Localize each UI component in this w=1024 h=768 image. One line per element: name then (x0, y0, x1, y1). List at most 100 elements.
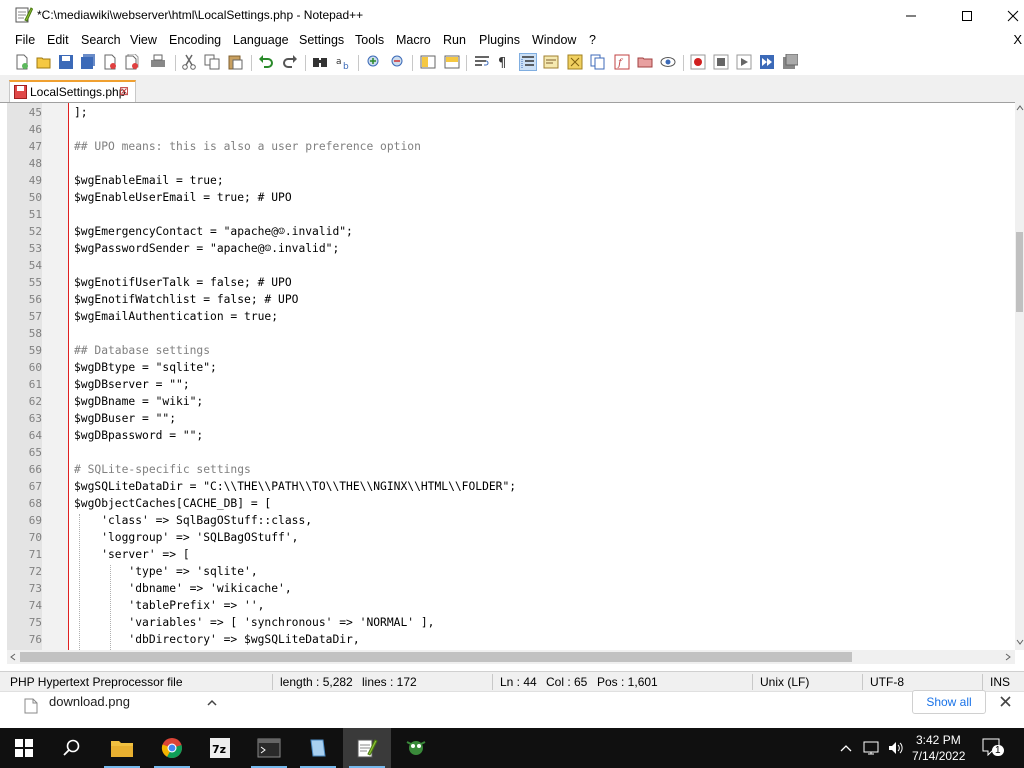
close-shelf-icon[interactable] (999, 695, 1012, 708)
code-line[interactable]: $wgPasswordSender = "apache@☺.invalid"; (74, 242, 339, 255)
code-line[interactable]: $wgDBpassword = ""; (74, 429, 203, 442)
run-macro-multiple-icon[interactable] (759, 54, 775, 70)
replace-icon[interactable]: ab (336, 54, 352, 70)
open-file-icon[interactable] (36, 54, 52, 70)
code-line[interactable]: ## Database settings (74, 344, 210, 357)
chevron-up-icon[interactable] (206, 697, 218, 709)
close-all-icon[interactable] (124, 54, 140, 70)
cut-icon[interactable] (181, 54, 197, 70)
close-file-icon[interactable] (102, 54, 118, 70)
code-line[interactable]: $wgEmailAuthentication = true; (74, 310, 278, 323)
taskbar-chrome[interactable] (148, 728, 196, 768)
minimize-button[interactable] (888, 0, 934, 31)
monitoring-icon[interactable] (660, 54, 676, 70)
redo-icon[interactable] (282, 54, 298, 70)
stop-macro-icon[interactable] (713, 54, 729, 70)
horizontal-scroll-thumb[interactable] (20, 652, 852, 662)
user-language-icon[interactable] (543, 54, 559, 70)
vertical-scrollbar[interactable] (1015, 102, 1024, 650)
search-button[interactable] (48, 728, 96, 768)
menu-help[interactable]: ? (589, 33, 596, 47)
network-icon[interactable] (863, 740, 881, 756)
code-line[interactable]: $wgDBname = "wiki"; (74, 395, 203, 408)
status-encoding[interactable]: UTF-8 (870, 675, 904, 689)
find-icon[interactable] (312, 54, 328, 70)
editor[interactable]: 45]; 46 47 ## UPO means: this is also a use… (0, 102, 1024, 651)
save-macro-icon[interactable] (782, 54, 798, 70)
word-wrap-icon[interactable] (474, 54, 490, 70)
scroll-left-icon[interactable] (9, 653, 17, 661)
code-line[interactable]: 'class' => SqlBagOStuff::class, (74, 514, 312, 527)
code-line[interactable]: $wgEnableEmail = true; (74, 174, 224, 187)
indent-guide-icon[interactable] (519, 53, 537, 71)
code-line[interactable]: 'variables' => [ 'synchronous' => 'NORMA… (74, 616, 434, 629)
code-line[interactable]: $wgEnotifUserTalk = false; # UPO (74, 276, 292, 289)
code-line[interactable]: 'server' => [ (74, 548, 189, 561)
sync-horizontal-icon[interactable] (444, 54, 460, 70)
show-all-button[interactable]: Show all (912, 690, 986, 714)
print-icon[interactable] (150, 54, 166, 70)
maximize-button[interactable] (944, 0, 990, 31)
function-list-icon[interactable]: f (614, 54, 630, 70)
code-line[interactable]: $wgDBserver = ""; (74, 378, 190, 391)
menu-plugins[interactable]: Plugins (479, 33, 520, 47)
code-line[interactable]: 'dbDirectory' => $wgSQLiteDataDir, (74, 633, 359, 646)
close-document-x[interactable]: X (1013, 32, 1022, 47)
clock-time[interactable]: 3:42 PM (916, 733, 961, 747)
code-line[interactable]: ## UPO means: this is also a user prefer… (74, 140, 421, 153)
undo-icon[interactable] (258, 54, 274, 70)
scroll-up-icon[interactable] (1016, 104, 1024, 112)
menu-window[interactable]: Window (532, 33, 576, 47)
code-line[interactable]: $wgSQLiteDataDir = "C:\\THE\\PATH\\TO\\T… (74, 480, 516, 493)
folder-workspace-icon[interactable] (637, 54, 653, 70)
status-eol[interactable]: Unix (LF) (760, 675, 809, 689)
menu-tools[interactable]: Tools (355, 33, 384, 47)
menu-edit[interactable]: Edit (47, 33, 69, 47)
code-line[interactable]: $wgEnableUserEmail = true; # UPO (74, 191, 292, 204)
show-all-chars-icon[interactable]: ¶ (496, 54, 512, 70)
code-line[interactable]: $wgDBtype = "sqlite"; (74, 361, 217, 374)
taskbar-notepad[interactable] (294, 728, 342, 768)
taskbar-7zip[interactable]: 7z (196, 728, 244, 768)
scroll-down-icon[interactable] (1016, 638, 1024, 646)
new-file-icon[interactable] (14, 54, 30, 70)
menu-language[interactable]: Language (233, 33, 289, 47)
code-line[interactable]: $wgEnotifWatchlist = false; # UPO (74, 293, 298, 306)
code-line[interactable]: 'tablePrefix' => '', (74, 599, 264, 612)
record-macro-icon[interactable] (690, 54, 706, 70)
zoom-out-icon[interactable] (390, 54, 406, 70)
vertical-scroll-thumb[interactable] (1016, 232, 1023, 312)
menu-view[interactable]: View (130, 33, 157, 47)
code-line[interactable]: ]; (74, 106, 88, 119)
menu-encoding[interactable]: Encoding (169, 33, 221, 47)
play-macro-icon[interactable] (736, 54, 752, 70)
close-button[interactable] (990, 0, 1024, 31)
taskbar-file-explorer[interactable] (98, 728, 146, 768)
status-insert-mode[interactable]: INS (990, 675, 1010, 689)
menu-run[interactable]: Run (443, 33, 466, 47)
code-line[interactable]: $wgEmergencyContact = "apache@☺.invalid"… (74, 225, 353, 238)
download-filename[interactable]: download.png (49, 694, 130, 709)
save-all-icon[interactable] (80, 54, 96, 70)
save-icon[interactable] (58, 54, 74, 70)
tab-close-icon[interactable]: ⊠ (119, 84, 129, 98)
code-line[interactable]: $wgDBuser = ""; (74, 412, 176, 425)
notification-button[interactable]: 1 (980, 738, 1006, 760)
taskbar-notepad-plus-plus[interactable] (343, 728, 391, 768)
code-line[interactable]: 'dbname' => 'wikicache', (74, 582, 291, 595)
tab-localsettings[interactable]: LocalSettings.php ⊠ (9, 80, 136, 102)
code-line[interactable]: # SQLite-specific settings (74, 463, 251, 476)
scroll-right-icon[interactable] (1004, 653, 1012, 661)
code-line[interactable]: 'loggroup' => 'SQLBagOStuff', (74, 531, 298, 544)
menu-search[interactable]: Search (81, 33, 121, 47)
code-line[interactable]: 'type' => 'sqlite', (74, 565, 257, 578)
copy-icon[interactable] (204, 54, 220, 70)
code-line[interactable]: $wgObjectCaches[CACHE_DB] = [ (74, 497, 271, 510)
doc-map-icon[interactable] (567, 54, 583, 70)
volume-icon[interactable] (887, 740, 905, 756)
menu-file[interactable]: File (15, 33, 35, 47)
zoom-in-icon[interactable] (366, 54, 382, 70)
start-button[interactable] (0, 728, 48, 768)
taskbar-terminal[interactable] (245, 728, 293, 768)
menu-macro[interactable]: Macro (396, 33, 431, 47)
